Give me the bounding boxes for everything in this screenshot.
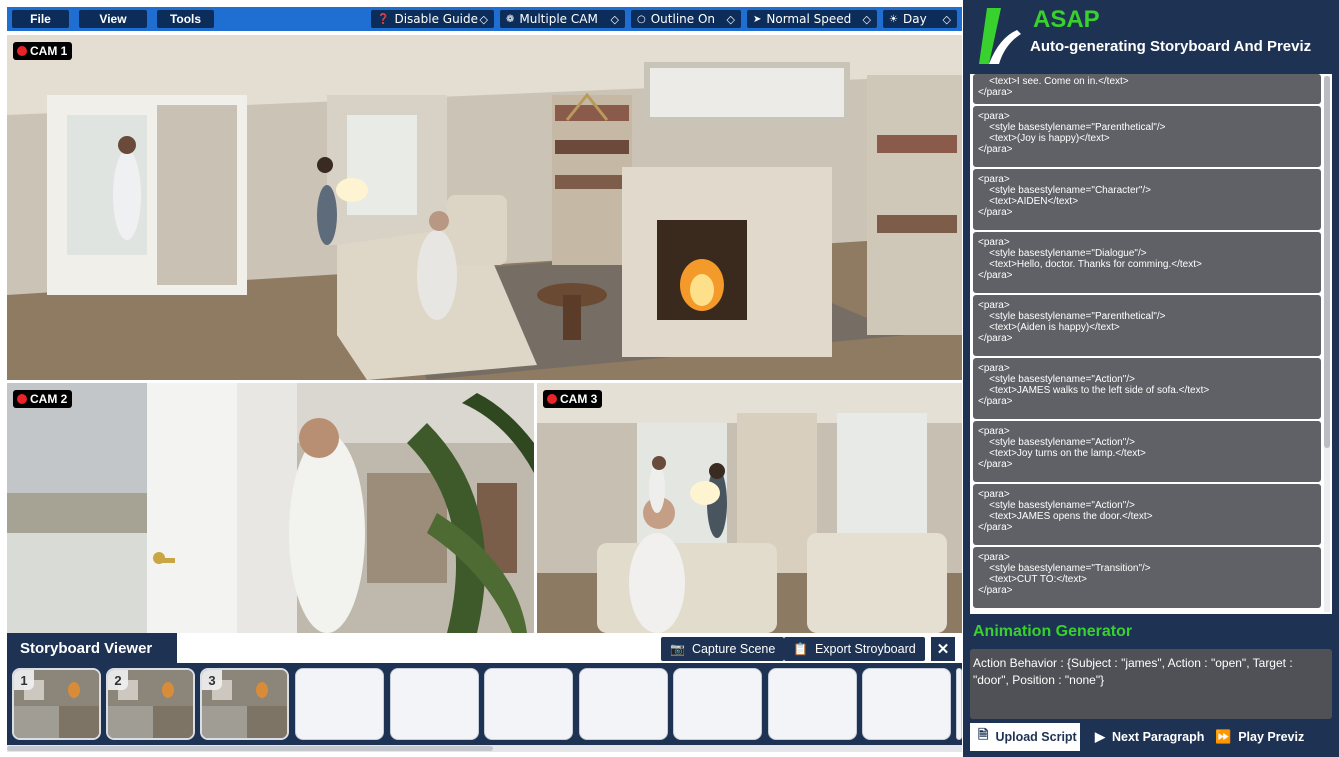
script-paragraph[interactable]: <para> <style basestylename="Action"/> <… xyxy=(973,358,1321,419)
cam3-scene xyxy=(537,383,962,633)
cam3-label: CAM 3 xyxy=(560,392,598,406)
view-menu[interactable]: View xyxy=(79,10,147,28)
cam3-badge: CAM 3 xyxy=(543,390,603,408)
script-paragraph[interactable]: <para> <style basestylename="Parenthetic… xyxy=(973,295,1321,356)
storyboard-title: Storyboard Viewer xyxy=(7,633,177,663)
clipboard-icon: 📋 xyxy=(793,642,808,656)
fast-forward-icon: ⏩ xyxy=(1215,729,1232,744)
time-label: Day xyxy=(902,12,927,26)
play-previz-button[interactable]: ⏩ Play Previz xyxy=(1215,723,1325,751)
script-paragraph[interactable]: <para> <style basestylename="Transition"… xyxy=(973,547,1321,608)
updown-caret-icon: ◇ xyxy=(942,12,951,26)
storyboard-thumb[interactable]: 3 xyxy=(200,668,289,740)
camera-icon: 📷 xyxy=(670,642,685,656)
guide-label: Disable Guide xyxy=(394,12,479,26)
cam1-scene xyxy=(7,35,962,380)
script-list: <text>I see. Come on in.</text> </para> … xyxy=(973,74,1321,610)
close-icon[interactable]: ✕ xyxy=(931,637,955,661)
record-dot-icon xyxy=(17,46,27,56)
camera-lens-icon: ❁ xyxy=(506,13,515,25)
script-panel[interactable]: <text>I see. Come on in.</text> </para> … xyxy=(970,74,1332,614)
upload-script-button[interactable]: 🗎 Upload Script xyxy=(970,723,1080,751)
sun-icon: ☀ xyxy=(889,13,898,25)
cam3-view[interactable]: CAM 3 xyxy=(537,383,962,633)
top-toolbar: File View Tools ❓ Disable Guide ◇ ❁ Mult… xyxy=(7,7,962,31)
guide-dropdown[interactable]: ❓ Disable Guide ◇ xyxy=(371,10,494,28)
export-storyboard-label: Export Stroyboard xyxy=(814,642,916,656)
storyboard-empty-slot[interactable] xyxy=(673,668,762,740)
storyboard-thumb[interactable]: 2 xyxy=(106,668,195,740)
viewport-area: File View Tools ❓ Disable Guide ◇ ❁ Mult… xyxy=(0,0,963,757)
next-paragraph-label: Next Paragraph xyxy=(1112,730,1205,744)
thumb-number: 3 xyxy=(202,670,222,690)
right-panel: ASAP Auto-generating Storyboard And Prev… xyxy=(963,0,1339,757)
animation-generator-title: Animation Generator xyxy=(973,623,1133,640)
outline-dropdown[interactable]: ○ Outline On ◇ xyxy=(631,10,741,28)
updown-caret-icon: ◇ xyxy=(479,12,488,26)
script-paragraph[interactable]: <para> <style basestylename="Character"/… xyxy=(973,169,1321,230)
capture-scene-button[interactable]: 📷 Capture Scene xyxy=(661,637,785,661)
play-icon: ▶ xyxy=(1095,729,1105,744)
file-menu[interactable]: File xyxy=(12,10,69,28)
script-scrollbar[interactable] xyxy=(1324,76,1330,612)
speed-icon: ➤ xyxy=(753,13,762,25)
app-subtitle: Auto-generating Storyboard And Previz xyxy=(1030,38,1312,55)
storyboard-scrollbar[interactable] xyxy=(7,745,962,752)
outline-label: Outline On xyxy=(650,12,716,26)
question-icon: ❓ xyxy=(377,13,390,25)
document-icon: 🗎 xyxy=(978,727,989,742)
capture-scene-label: Capture Scene xyxy=(691,642,776,656)
storyboard-empty-slot[interactable] xyxy=(768,668,857,740)
circle-icon: ○ xyxy=(637,13,646,25)
storyboard-empty-slot[interactable] xyxy=(390,668,479,740)
script-scrollbar-thumb[interactable] xyxy=(1324,76,1330,448)
cam1-badge: CAM 1 xyxy=(13,42,73,60)
speed-dropdown[interactable]: ➤ Normal Speed ◇ xyxy=(747,10,877,28)
cam1-label: CAM 1 xyxy=(30,44,68,58)
animation-output: Action Behavior : {Subject : "james", Ac… xyxy=(970,649,1332,719)
cam-label: Multiple CAM xyxy=(519,12,598,26)
cam1-view[interactable]: CAM 1 xyxy=(7,35,962,380)
cam2-view[interactable]: CAM 2 xyxy=(7,383,534,633)
updown-caret-icon: ◇ xyxy=(862,12,871,26)
script-paragraph[interactable]: <text>I see. Come on in.</text> </para> xyxy=(973,74,1321,104)
script-paragraph[interactable]: <para> <style basestylename="Dialogue"/>… xyxy=(973,232,1321,293)
asap-logo-icon xyxy=(979,8,1021,64)
storyboard-empty-slot[interactable] xyxy=(579,668,668,740)
storyboard-empty-slot[interactable] xyxy=(295,668,384,740)
time-dropdown[interactable]: ☀ Day ◇ xyxy=(883,10,957,28)
cam2-badge: CAM 2 xyxy=(13,390,73,408)
thumb-number: 2 xyxy=(108,670,128,690)
storyboard-empty-slot[interactable] xyxy=(862,668,951,740)
updown-caret-icon: ◇ xyxy=(726,12,735,26)
storyboard-empty-slot[interactable] xyxy=(484,668,573,740)
storyboard-empty-slot[interactable] xyxy=(956,668,962,740)
script-paragraph[interactable]: <para> <style basestylename="Parenthetic… xyxy=(973,106,1321,167)
record-dot-icon xyxy=(17,394,27,404)
updown-caret-icon: ◇ xyxy=(610,12,619,26)
cam-dropdown[interactable]: ❁ Multiple CAM ◇ xyxy=(500,10,625,28)
thumb-number: 1 xyxy=(14,670,34,690)
speed-label: Normal Speed xyxy=(766,12,852,26)
tools-menu[interactable]: Tools xyxy=(157,10,214,28)
next-paragraph-button[interactable]: ▶ Next Paragraph xyxy=(1087,723,1211,751)
storyboard-scrollbar-thumb[interactable] xyxy=(7,746,493,751)
storyboard-strip: 1 2 3 xyxy=(7,663,962,745)
cam2-label: CAM 2 xyxy=(30,392,68,406)
storyboard-viewer: Storyboard Viewer 📷 Capture Scene 📋 Expo… xyxy=(7,633,962,745)
script-paragraph[interactable]: <para> <style basestylename="Action"/> <… xyxy=(973,484,1321,545)
cam2-scene xyxy=(7,383,534,633)
export-storyboard-button[interactable]: 📋 Export Stroyboard xyxy=(784,637,925,661)
storyboard-thumb[interactable]: 1 xyxy=(12,668,101,740)
record-dot-icon xyxy=(547,394,557,404)
upload-script-label: Upload Script xyxy=(995,730,1077,744)
play-previz-label: Play Previz xyxy=(1238,730,1305,744)
app-title: ASAP xyxy=(1033,6,1100,33)
script-paragraph[interactable]: <para> <style basestylename="Action"/> <… xyxy=(973,421,1321,482)
